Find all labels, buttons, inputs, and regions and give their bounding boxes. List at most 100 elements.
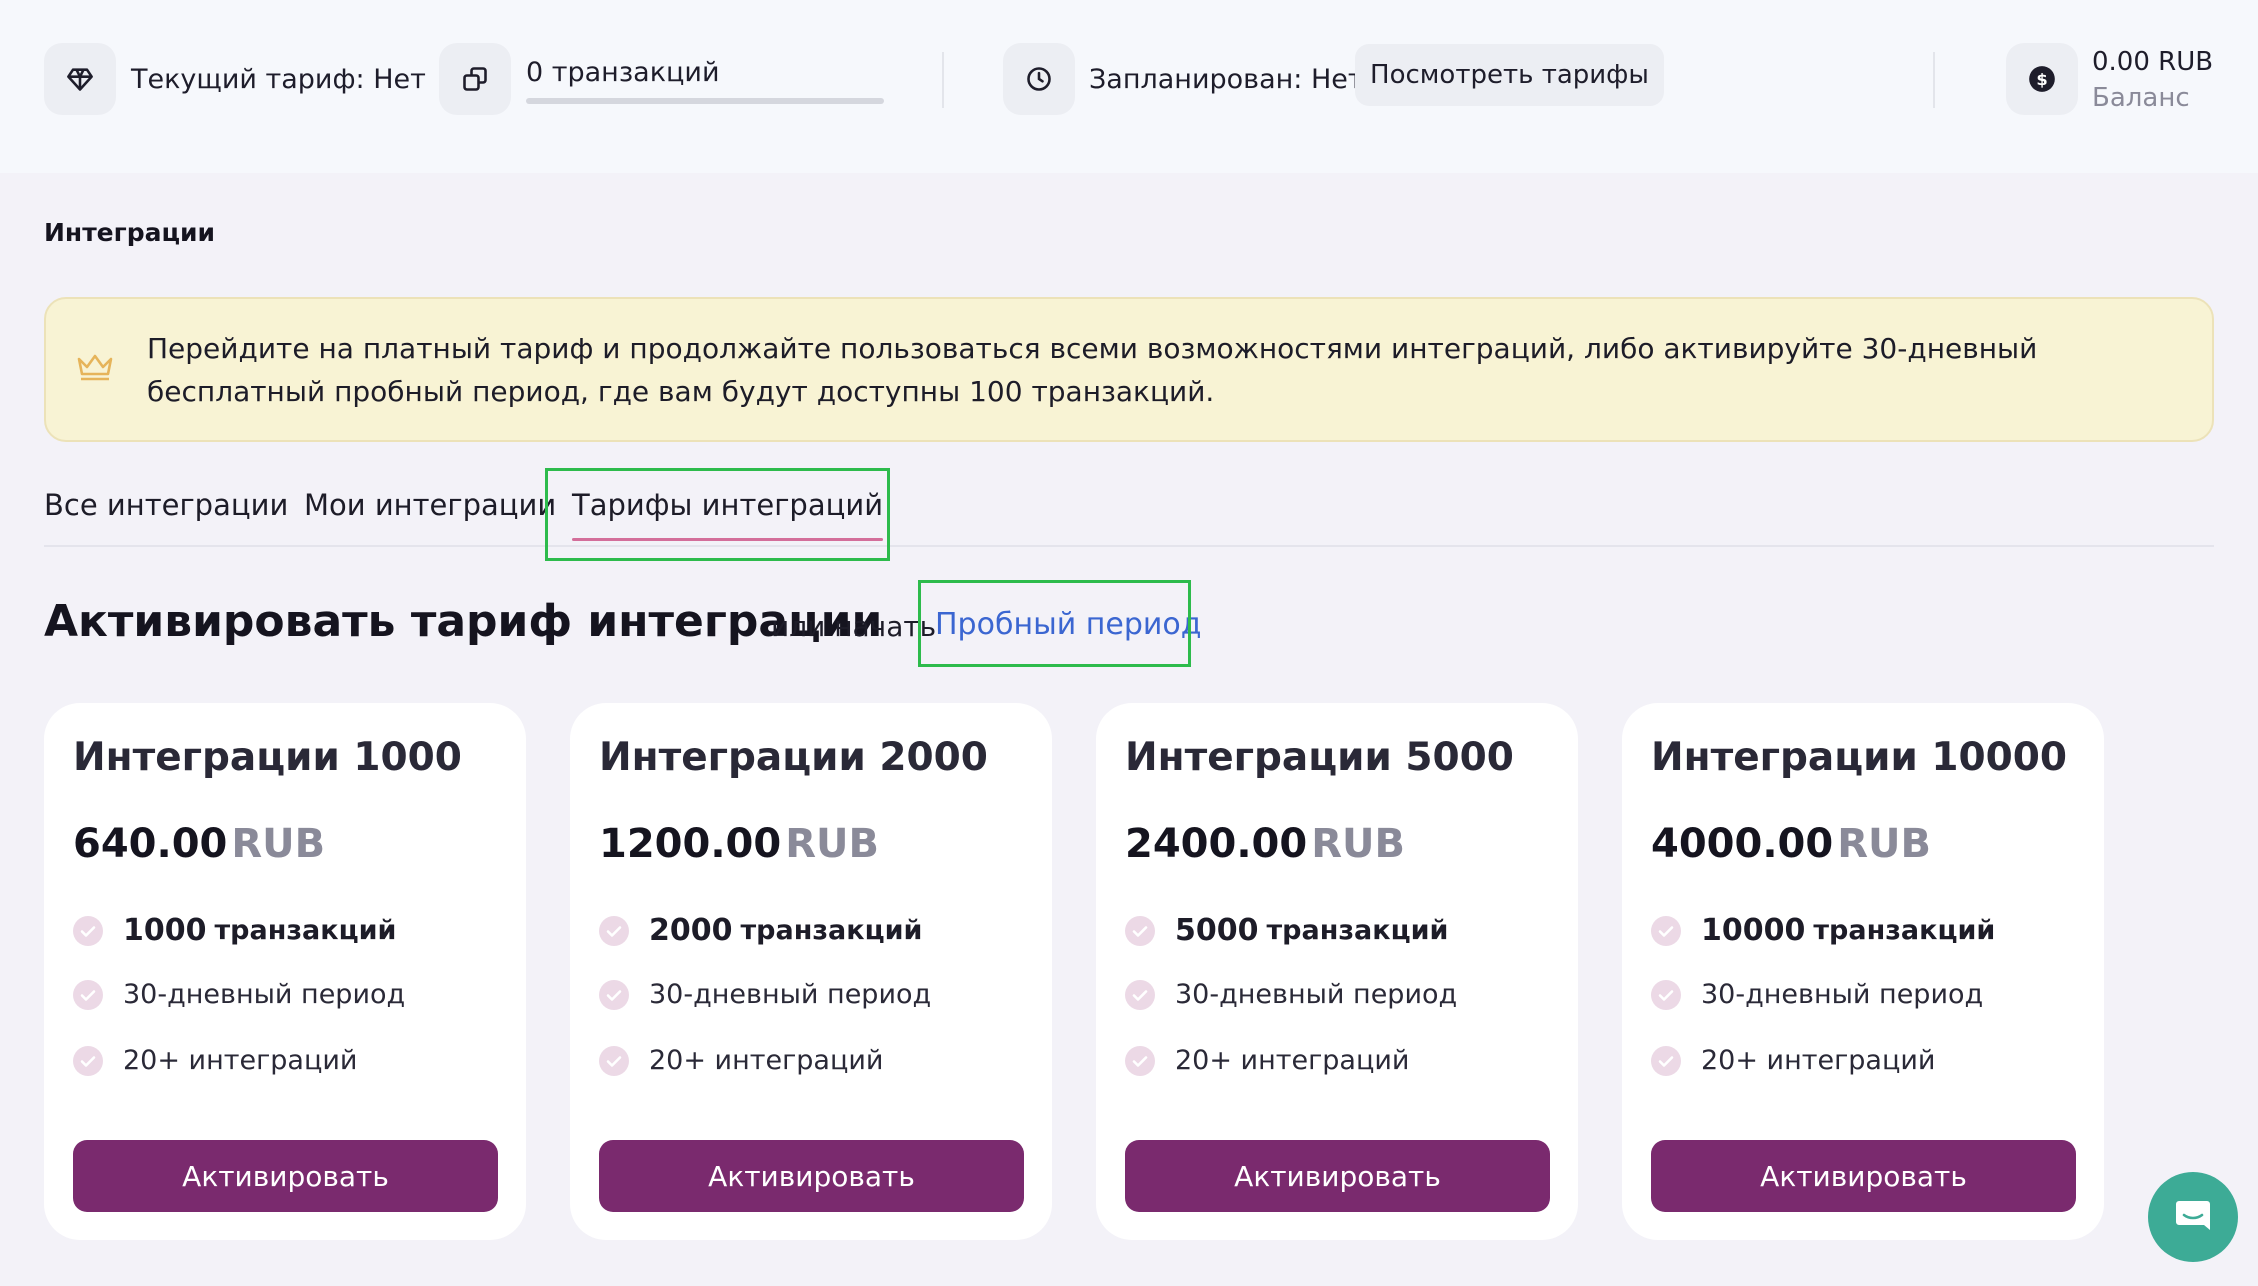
feature-period: 30-дневный период — [73, 979, 405, 1010]
chat-icon — [2171, 1193, 2215, 1241]
transactions-unit: транзакций — [1813, 915, 1996, 946]
plan-card-1000: Интеграции 1000 640.00 RUB 1000 транзакций… — [44, 703, 526, 1240]
transactions-count: 2000 — [649, 913, 733, 948]
plan-card-5000: Интеграции 5000 2400.00 RUB 5000 транзакци… — [1096, 703, 1578, 1240]
scheduled-tile — [1003, 43, 1075, 115]
price-amount: 2400.00 — [1125, 821, 1308, 867]
check-icon — [1125, 915, 1155, 946]
balance-tile: $ — [2006, 43, 2078, 115]
dollar-coin-icon: $ — [2028, 65, 2056, 93]
feature-period-text: 30-дневный период — [123, 979, 406, 1010]
check-icon — [1651, 915, 1681, 946]
feature-integrations-text: 20+ интеграций — [649, 1045, 884, 1076]
feature-integrations-text: 20+ интеграций — [1175, 1045, 1410, 1076]
transactions-tile — [439, 43, 511, 115]
check-icon — [599, 979, 629, 1010]
feature-period-text: 30-дневный период — [1175, 979, 1458, 1010]
divider — [1933, 52, 1935, 108]
plan-name: Интеграции 2000 — [599, 735, 988, 780]
feature-period: 30-дневный период — [1651, 979, 1983, 1010]
check-icon — [599, 915, 629, 946]
transactions-unit: транзакций — [1266, 915, 1449, 946]
plan-name: Интеграции 10000 — [1651, 735, 2068, 780]
feature-integrations: 20+ интеграций — [1125, 1045, 1409, 1076]
price-amount: 1200.00 — [599, 821, 782, 867]
check-icon — [1651, 979, 1681, 1010]
feature-period: 30-дневный период — [599, 979, 931, 1010]
feature-integrations-text: 20+ интеграций — [123, 1045, 358, 1076]
balance-label: Баланс — [2092, 83, 2190, 113]
check-icon — [73, 1045, 103, 1076]
trial-period-link[interactable]: Пробный период — [935, 607, 1202, 642]
crown-icon — [76, 352, 114, 386]
tabs: Все интеграции Мои интеграции Тарифы инт… — [44, 470, 2214, 547]
activate-button[interactable]: Активировать — [73, 1140, 498, 1212]
feature-integrations-text: 20+ интеграций — [1701, 1045, 1936, 1076]
transactions-count: 10000 — [1701, 913, 1806, 948]
price-currency: RUB — [1837, 821, 1931, 867]
svg-text:$: $ — [2036, 70, 2047, 89]
top-status-bar: Текущий тариф: Нет 0 транзакций Запланир… — [0, 0, 2258, 173]
balance-amount: 0.00 RUB — [2092, 47, 2214, 77]
chat-launcher-button[interactable] — [2148, 1172, 2238, 1262]
or-start-text: или начать — [771, 610, 937, 643]
tab-all-integrations[interactable]: Все интеграции — [44, 488, 288, 522]
current-tariff-label: Текущий тариф: Нет — [131, 64, 426, 95]
check-icon — [599, 1045, 629, 1076]
activate-button[interactable]: Активировать — [1651, 1140, 2076, 1212]
clock-icon — [1025, 65, 1053, 93]
view-tariffs-button[interactable]: Посмотреть тарифы — [1355, 44, 1664, 106]
banner-text: Перейдите на платный тариф и продолжайте… — [147, 332, 2038, 408]
plan-price: 2400.00 RUB — [1125, 821, 1405, 867]
tab-integration-tariffs[interactable]: Тарифы интеграций — [572, 488, 884, 541]
check-icon — [1651, 1045, 1681, 1076]
transactions-unit: транзакций — [214, 915, 397, 946]
check-icon — [73, 915, 103, 946]
transactions-count: 1000 — [123, 913, 207, 948]
tariff-tile — [44, 43, 116, 115]
price-currency: RUB — [231, 821, 326, 867]
activate-button[interactable]: Активировать — [1125, 1140, 1550, 1212]
divider — [942, 52, 944, 108]
check-icon — [1125, 1045, 1155, 1076]
check-icon — [1125, 979, 1155, 1010]
transactions-label: 0 транзакций — [526, 57, 720, 88]
plan-name: Интеграции 1000 — [73, 735, 462, 780]
section-heading: Активировать тариф интеграции — [44, 596, 883, 647]
price-amount: 4000.00 — [1651, 821, 1834, 867]
feature-integrations: 20+ интеграций — [73, 1045, 357, 1076]
feature-integrations: 20+ интеграций — [1651, 1045, 1935, 1076]
plan-name: Интеграции 5000 — [1125, 735, 1514, 780]
active-tab-underline — [572, 538, 884, 541]
feature-transactions: 2000 транзакций — [599, 913, 922, 948]
transactions-unit: транзакций — [740, 915, 923, 946]
diamond-icon — [66, 65, 94, 93]
feature-period-text: 30-дневный период — [1701, 979, 1984, 1010]
plan-price: 1200.00 RUB — [599, 821, 879, 867]
page-title: Интеграции — [44, 218, 216, 247]
plan-card-10000: Интеграции 10000 4000.00 RUB 10000 транзак… — [1622, 703, 2104, 1240]
feature-integrations: 20+ интеграций — [599, 1045, 883, 1076]
feature-transactions: 5000 транзакций — [1125, 913, 1448, 948]
price-currency: RUB — [785, 821, 879, 867]
activate-button[interactable]: Активировать — [599, 1140, 1024, 1212]
scheduled-label: Запланирован: Нет — [1089, 64, 1364, 95]
price-amount: 640.00 — [73, 821, 228, 867]
feature-period: 30-дневный период — [1125, 979, 1457, 1010]
tab-my-integrations[interactable]: Мои интеграции — [304, 488, 556, 522]
feature-transactions: 10000 транзакций — [1651, 913, 1995, 948]
price-currency: RUB — [1311, 821, 1405, 867]
transactions-count: 5000 — [1175, 913, 1259, 948]
plan-price: 4000.00 RUB — [1651, 821, 1931, 867]
tab-label: Мои интеграции — [304, 488, 557, 522]
tab-label: Все интеграции — [44, 488, 289, 522]
transactions-progress — [526, 98, 884, 104]
copy-icon — [461, 65, 489, 93]
feature-period-text: 30-дневный период — [649, 979, 932, 1010]
upgrade-banner: Перейдите на платный тариф и продолжайте… — [44, 297, 2214, 442]
plan-card-2000: Интеграции 2000 1200.00 RUB 2000 транзакци… — [570, 703, 1052, 1240]
feature-transactions: 1000 транзакций — [73, 913, 396, 948]
tab-label: Тарифы интеграций — [572, 488, 884, 522]
check-icon — [73, 979, 103, 1010]
plan-price: 640.00 RUB — [73, 821, 325, 867]
